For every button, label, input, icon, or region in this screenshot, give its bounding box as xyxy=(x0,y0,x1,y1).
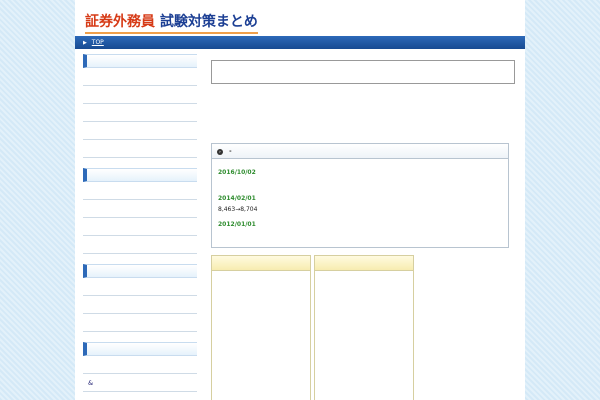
news-text xyxy=(218,231,502,241)
sidebar-item[interactable] xyxy=(83,140,197,158)
card-link[interactable] xyxy=(216,305,306,315)
site-header: 証券外務員 試験対策まとめ xyxy=(75,0,525,36)
sidebar-item[interactable] xyxy=(83,68,197,86)
news-heading: › - xyxy=(212,144,508,159)
card-link[interactable] xyxy=(216,331,306,341)
sidebar-item[interactable]: & xyxy=(83,374,197,392)
breadcrumb-bar: ▶ TOP xyxy=(75,36,525,49)
logo-accent-text: 証券外務員 xyxy=(85,14,155,30)
sidebar-item[interactable] xyxy=(83,86,197,104)
breadcrumb-link[interactable]: TOP xyxy=(92,39,104,46)
card-subtext xyxy=(216,289,306,299)
sidebar-section-1 xyxy=(83,54,197,158)
news-box: › - 2016/10/02 2014/02/01 8,463→8,704 20… xyxy=(211,143,509,248)
intro-text xyxy=(211,107,515,133)
site-logo[interactable]: 証券外務員 試験対策まとめ xyxy=(85,11,258,34)
sidebar-item[interactable] xyxy=(83,314,197,332)
news-date: 2012/01/01 xyxy=(218,221,256,228)
sidebar-item[interactable] xyxy=(83,104,197,122)
sidebar-item[interactable] xyxy=(83,278,197,296)
breadcrumb-top: TOP xyxy=(91,39,104,46)
sidebar-item[interactable] xyxy=(83,356,197,374)
card-link[interactable] xyxy=(216,279,306,289)
card-subtext xyxy=(319,341,409,351)
card-heading xyxy=(315,256,413,271)
intro-lead xyxy=(211,94,515,107)
category-card xyxy=(211,255,311,400)
sidebar-section-4: & xyxy=(83,342,197,392)
sidebar-item[interactable] xyxy=(83,122,197,140)
sidebar-heading xyxy=(83,342,197,356)
card-subtext xyxy=(216,393,306,400)
card-heading xyxy=(212,256,310,271)
page: 証券外務員 試験対策まとめ ▶ TOP & › - 2016/10/02 201… xyxy=(75,0,525,400)
card-link[interactable] xyxy=(319,331,409,341)
sidebar-item[interactable] xyxy=(83,200,197,218)
sidebar-heading xyxy=(83,168,197,182)
logo-rest-text: 試験対策まとめ xyxy=(155,14,258,30)
card-link[interactable] xyxy=(319,357,409,367)
sidebar: & xyxy=(83,54,197,400)
sidebar-section-3 xyxy=(83,264,197,332)
main-content: › - 2016/10/02 2014/02/01 8,463→8,704 20… xyxy=(211,60,515,400)
card-link[interactable] xyxy=(319,279,409,289)
news-date: 2016/10/02 xyxy=(218,169,256,176)
card-subtext xyxy=(319,289,409,299)
card-subtext xyxy=(216,367,306,377)
bullet-icon: › xyxy=(217,148,223,155)
sidebar-item[interactable] xyxy=(83,218,197,236)
category-card xyxy=(314,255,414,400)
sidebar-section-2 xyxy=(83,168,197,254)
sidebar-item[interactable] xyxy=(83,182,197,200)
card-subtext xyxy=(216,341,306,351)
card-subtext xyxy=(319,367,409,377)
sidebar-item[interactable] xyxy=(83,296,197,314)
news-date: 2014/02/01 xyxy=(218,195,256,202)
card-subtext xyxy=(216,315,306,325)
page-title xyxy=(211,60,515,84)
card-link[interactable] xyxy=(319,305,409,315)
card-subtext xyxy=(319,315,409,325)
news-text xyxy=(218,179,502,189)
sidebar-heading xyxy=(83,264,197,278)
card-link[interactable] xyxy=(216,357,306,367)
sidebar-heading xyxy=(83,54,197,68)
sidebar-item[interactable] xyxy=(83,236,197,254)
triangle-right-icon: ▶ xyxy=(83,40,87,46)
card-link[interactable] xyxy=(216,383,306,393)
news-text: 8,463→8,704 xyxy=(218,206,258,213)
news-list: 2016/10/02 2014/02/01 8,463→8,704 2012/0… xyxy=(212,159,508,247)
